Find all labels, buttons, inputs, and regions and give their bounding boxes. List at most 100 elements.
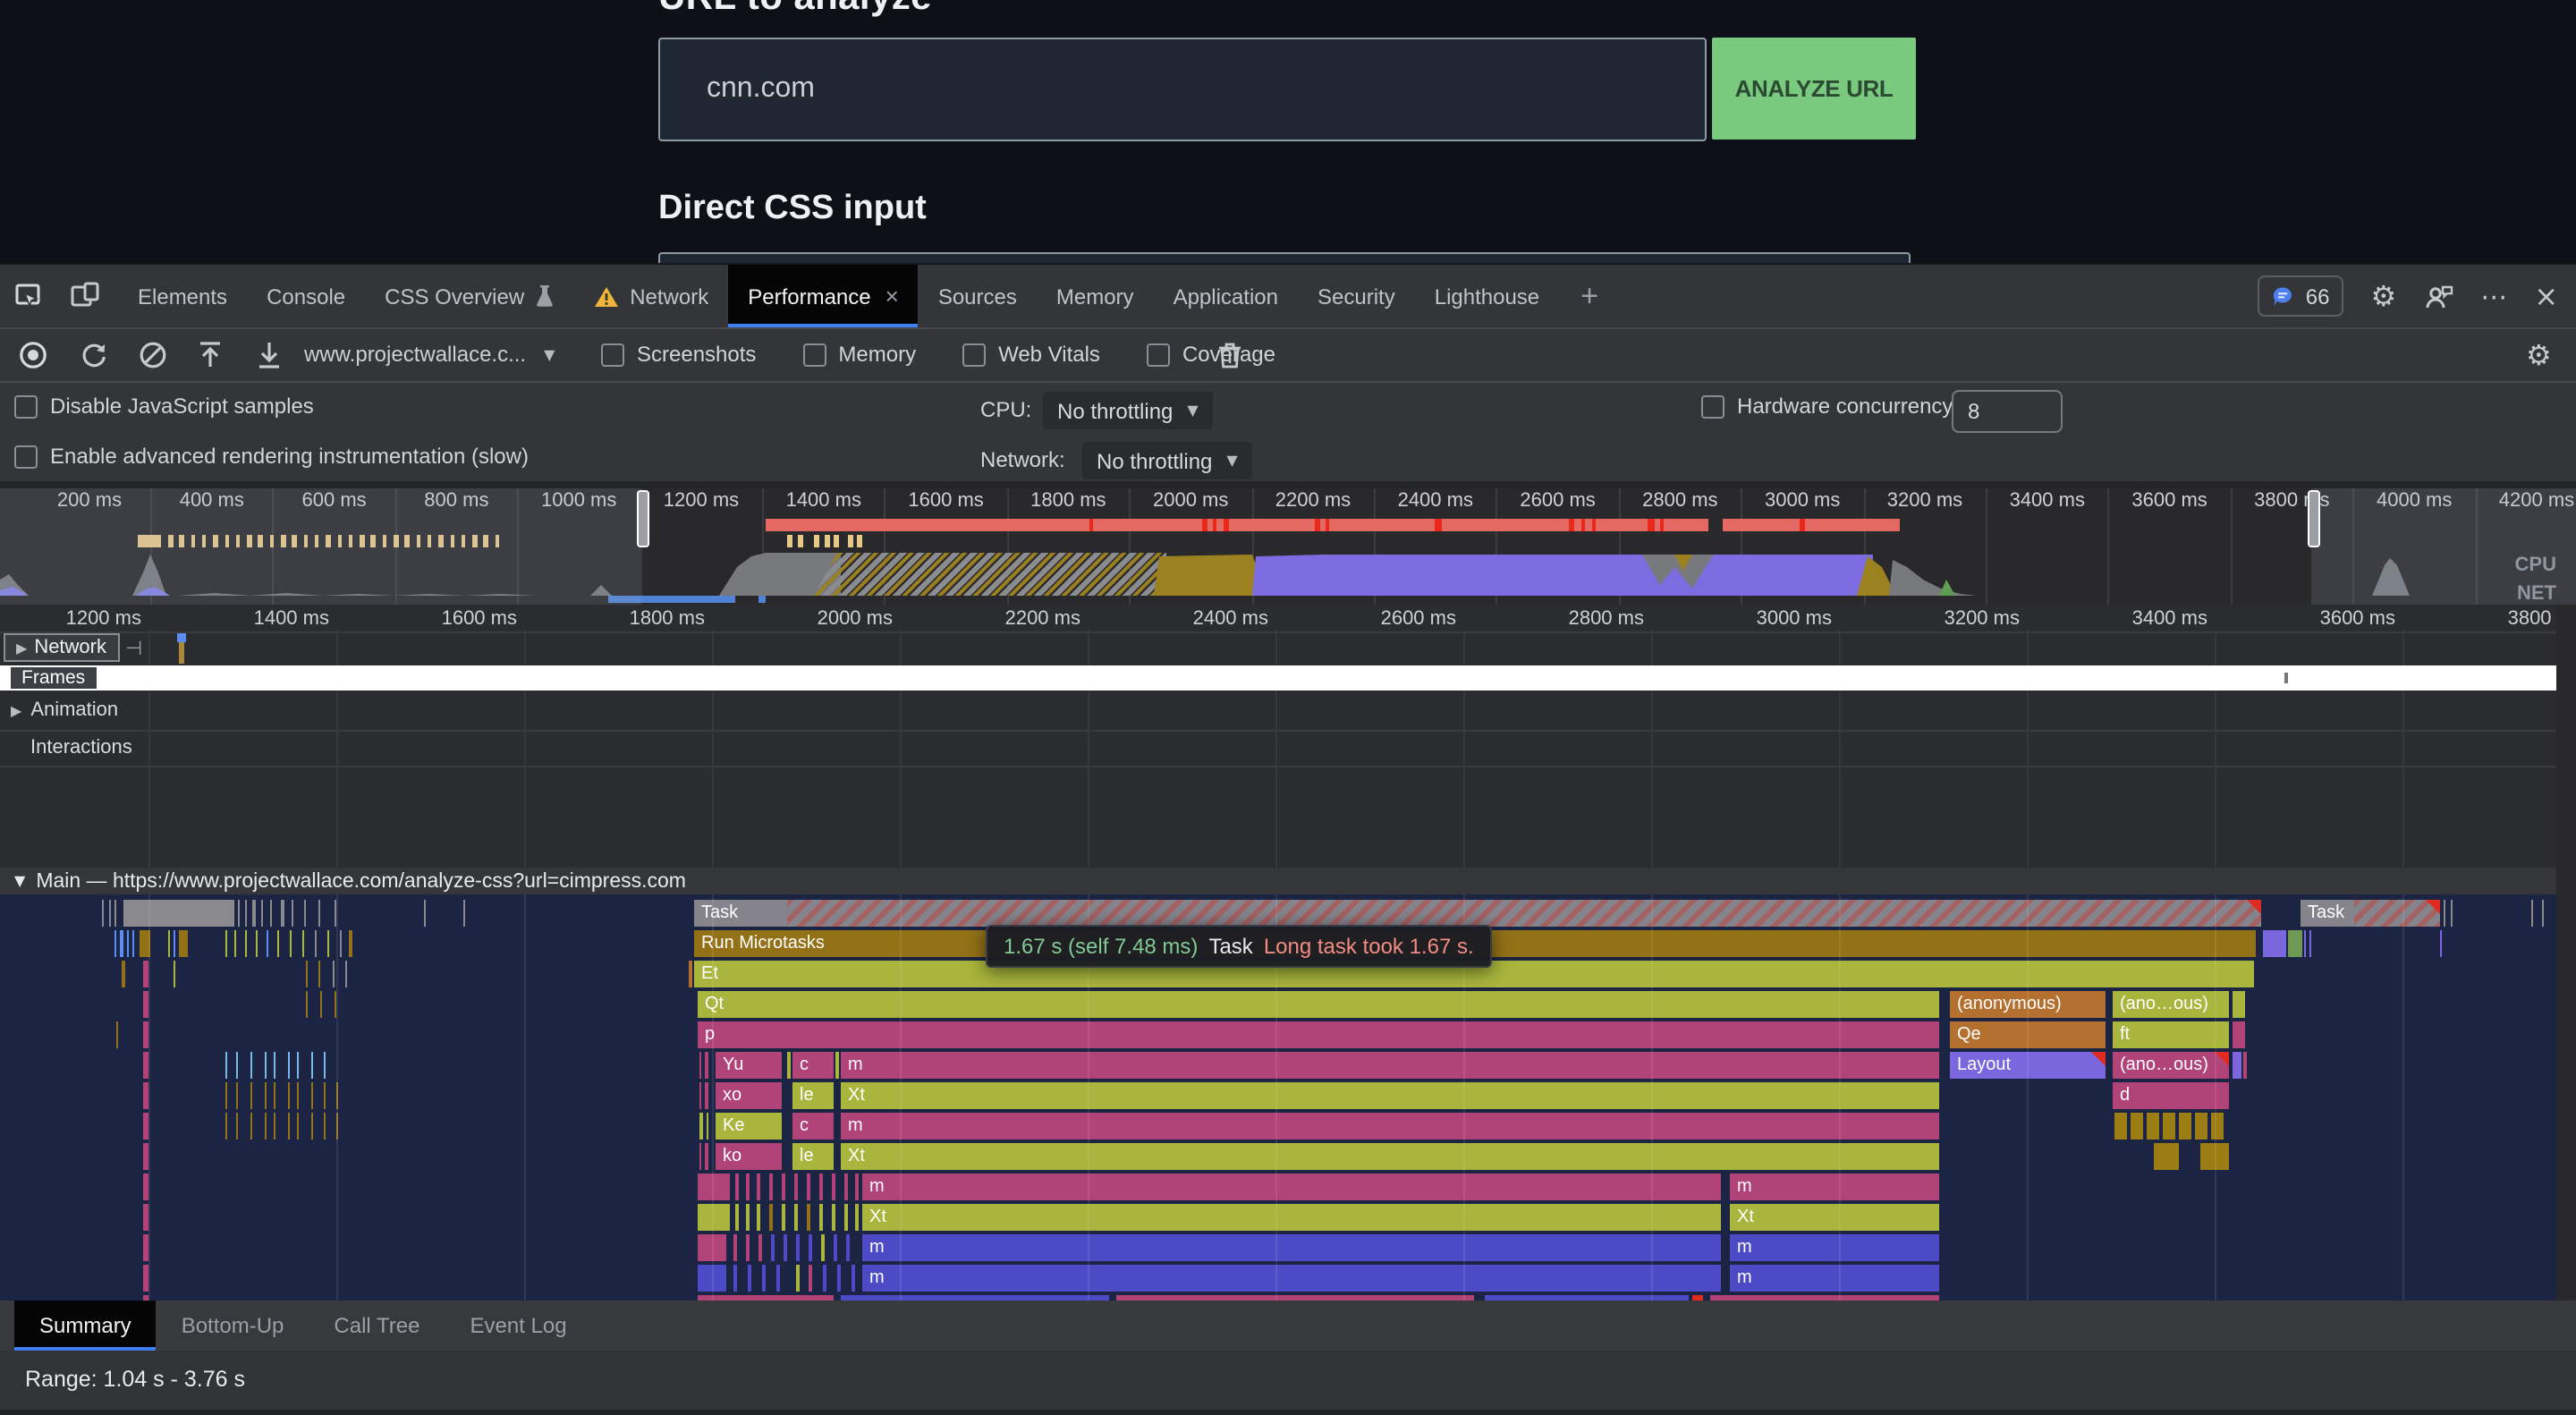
flame-tick[interactable] (304, 900, 306, 927)
flame-tick[interactable] (143, 1113, 148, 1140)
flame-tick[interactable] (757, 1204, 760, 1231)
history-dropdown[interactable]: www.projectwallace.c... ▼ (304, 327, 555, 381)
advanced-rendering-checkbox[interactable]: Enable advanced rendering instrumentatio… (14, 444, 529, 469)
flame-bar-ke[interactable]: Ke (716, 1113, 782, 1140)
flame-tick[interactable] (699, 1113, 703, 1140)
pin-track-icon[interactable]: ⊣ (125, 637, 142, 660)
flame-tick[interactable] (2440, 930, 2442, 957)
flame-tick[interactable] (288, 1113, 290, 1140)
flame-bar-m[interactable]: m (862, 1265, 1721, 1292)
checkbox-icon[interactable] (601, 343, 624, 366)
flame-tick[interactable] (705, 1052, 708, 1079)
flame-tick[interactable] (345, 961, 347, 987)
memory-checkbox[interactable]: Memory (802, 342, 916, 367)
flame-tick[interactable] (261, 900, 263, 927)
flame-tick[interactable] (297, 1082, 299, 1109)
flame-tick[interactable] (2211, 1113, 2224, 1140)
flame-bar-xt[interactable]: Xt (841, 1143, 1939, 1170)
flame-bar-ano-ous[interactable]: (ano…ous) (2113, 991, 2229, 1018)
flame-tick[interactable] (311, 1082, 313, 1109)
flame-tick[interactable] (698, 1204, 730, 1231)
flame-tick[interactable] (835, 1052, 839, 1079)
flame-tick[interactable] (324, 1113, 326, 1140)
flame-tick[interactable] (349, 930, 352, 957)
flame-tick[interactable] (297, 1052, 299, 1079)
flame-tick[interactable] (340, 930, 342, 957)
tab-sources[interactable]: Sources (919, 265, 1037, 327)
flame-tick[interactable] (2542, 900, 2544, 927)
add-tab-button[interactable]: + (1559, 265, 1620, 327)
tab-lighthouse[interactable]: Lighthouse (1415, 265, 1559, 327)
flame-tick[interactable] (2243, 1052, 2247, 1079)
flame-tick[interactable] (2288, 930, 2302, 957)
screenshots-checkbox[interactable]: Screenshots (601, 342, 756, 367)
flame-tick[interactable] (852, 1265, 855, 1292)
flame-bar-m[interactable]: m (862, 1234, 1721, 1261)
tab-security[interactable]: Security (1298, 265, 1415, 327)
flame-tick[interactable] (250, 1082, 252, 1109)
flame-tick[interactable] (114, 900, 116, 927)
flame-tick[interactable] (796, 1265, 800, 1292)
flame-tick[interactable] (2154, 1143, 2179, 1170)
reload-record-icon[interactable] (79, 327, 109, 381)
flame-tick[interactable] (807, 1204, 810, 1231)
flame-tick[interactable] (143, 1021, 148, 1048)
flame-tick[interactable] (306, 961, 308, 987)
collapse-arrow-icon[interactable]: ▼ (14, 873, 25, 889)
coverage-checkbox[interactable]: Coverage (1147, 342, 1275, 367)
flame-tick[interactable] (855, 1204, 859, 1231)
flame-tick[interactable] (225, 1082, 227, 1109)
flame-bar-m[interactable]: m (862, 1174, 1721, 1200)
details-tab-summary[interactable]: Summary (14, 1301, 157, 1351)
details-tab-event-log[interactable]: Event Log (445, 1301, 591, 1351)
flame-tick[interactable] (463, 900, 465, 927)
flame-tick[interactable] (758, 1234, 762, 1261)
flame-tick[interactable] (315, 930, 317, 957)
flame-tick[interactable] (794, 1204, 798, 1231)
flame-tick[interactable] (174, 930, 175, 957)
flame-tick[interactable] (733, 1234, 737, 1261)
save-profile-icon[interactable] (256, 327, 283, 381)
flame-tick[interactable] (179, 930, 188, 957)
feedback-icon[interactable] (2423, 282, 2453, 310)
flame-tick[interactable] (234, 930, 236, 957)
network-throttling-select[interactable]: No throttling ▼ (1082, 442, 1252, 479)
flame-tick[interactable] (809, 1234, 812, 1261)
flame-tick[interactable] (168, 930, 170, 957)
flame-tick[interactable] (705, 1143, 708, 1170)
flame-tick[interactable] (274, 1113, 275, 1140)
flame-tick[interactable] (832, 1174, 835, 1200)
flame-bar-task[interactable]: Task (2301, 900, 2440, 927)
flame-tick[interactable] (143, 1082, 148, 1109)
flame-tick[interactable] (114, 930, 116, 957)
tab-performance[interactable]: Performance× (728, 265, 919, 327)
flame-tick[interactable] (844, 1174, 848, 1200)
flame-tick[interactable] (274, 1082, 275, 1109)
flame-bar-m[interactable]: m (1730, 1174, 1939, 1200)
flame-tick[interactable] (143, 1234, 148, 1261)
record-icon[interactable] (18, 327, 48, 381)
flame-tick[interactable] (265, 1082, 267, 1109)
checkbox-icon[interactable] (14, 394, 38, 418)
flame-tick[interactable] (705, 1082, 708, 1109)
flame-tick[interactable] (236, 1052, 238, 1079)
flame-tick[interactable] (311, 1052, 313, 1079)
overview-right-handle[interactable] (2308, 490, 2320, 547)
flame-tick[interactable] (143, 1265, 148, 1292)
flame-tick[interactable] (2114, 1113, 2127, 1140)
flame-tick[interactable] (335, 991, 336, 1018)
flame-tick[interactable] (288, 1082, 290, 1109)
flame-tick[interactable] (174, 961, 175, 987)
flame-tick[interactable] (143, 1174, 148, 1200)
flame-tick[interactable] (281, 900, 284, 927)
flame-tick[interactable] (733, 1265, 737, 1292)
flame-tick[interactable] (250, 1052, 252, 1079)
flame-tick[interactable] (837, 1265, 841, 1292)
device-toolbar-icon[interactable] (70, 281, 100, 311)
flame-bar-qt[interactable]: Qt (698, 991, 1939, 1018)
flame-bar-m[interactable]: m (1730, 1234, 1939, 1261)
flame-tick[interactable] (311, 1113, 313, 1140)
trash-icon[interactable] (1216, 327, 1243, 381)
flame-tick[interactable] (2444, 900, 2445, 927)
flame-tick[interactable] (236, 1113, 238, 1140)
